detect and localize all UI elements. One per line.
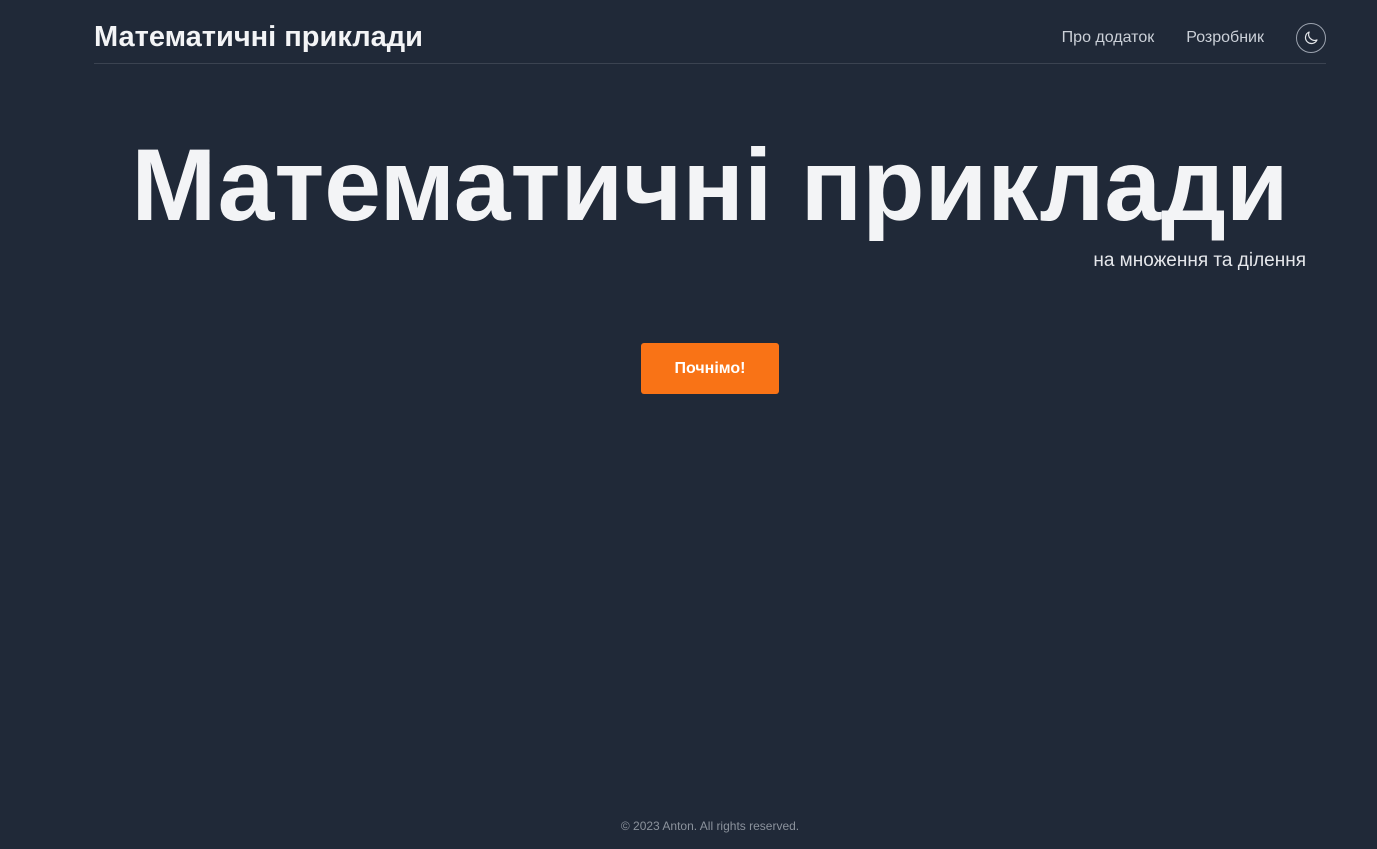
- copyright-text: © 2023 Anton. All rights reserved.: [620, 819, 800, 833]
- site-header: Математичні приклади Про додаток Розробн…: [94, 0, 1326, 64]
- hero-subtitle: на множення та ділення: [1093, 250, 1306, 271]
- main-nav: Про додаток Розробник: [1062, 22, 1326, 54]
- site-brand[interactable]: Математичні приклади: [94, 19, 423, 55]
- site-footer: © 2023 Anton. All rights reserved.: [0, 819, 1377, 833]
- moon-icon: [1304, 31, 1318, 45]
- nav-link-about[interactable]: Про додаток: [1062, 29, 1155, 47]
- nav-link-developer[interactable]: Розробник: [1186, 29, 1264, 47]
- start-button[interactable]: Почнімо!: [641, 343, 779, 394]
- hero-title: Математичні приклади: [131, 128, 1289, 242]
- theme-toggle-button[interactable]: [1296, 23, 1326, 53]
